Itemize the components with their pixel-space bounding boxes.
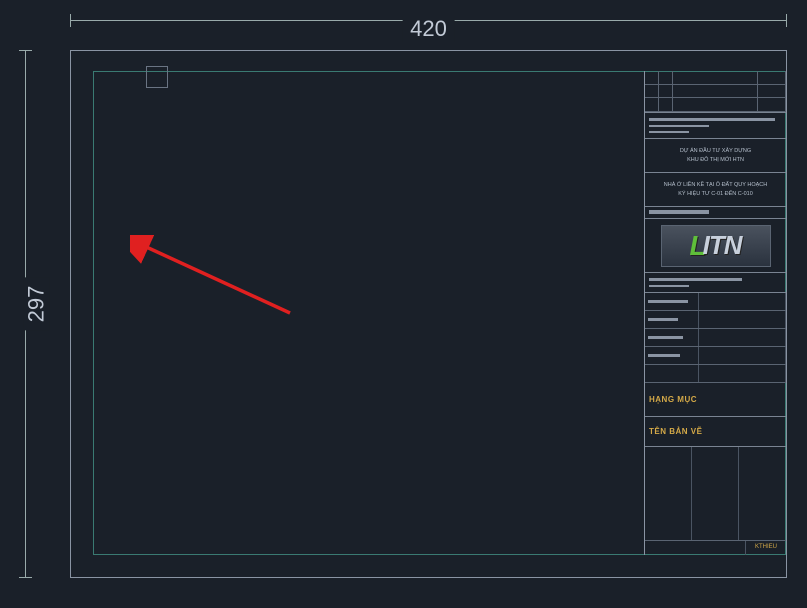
dimension-width-value: 420 xyxy=(402,16,455,42)
footer-code: KTHIEU xyxy=(755,544,777,551)
project-line2: KHU ĐÔ THỊ MỚI HTN xyxy=(649,157,782,164)
project-line1: DỰ ÁN ĐẦU TƯ XÂY DỰNG xyxy=(649,148,782,155)
logo-suffix: ITN xyxy=(703,230,742,261)
dimension-line-horizontal: 420 xyxy=(70,20,787,21)
signature-row-1 xyxy=(645,293,786,311)
title-block[interactable]: DỰ ÁN ĐẦU TƯ XÂY DỰNG KHU ĐÔ THỊ MỚI HTN… xyxy=(644,71,786,555)
footer-row: KTHIEU xyxy=(645,541,786,555)
revision-grid xyxy=(645,71,786,113)
spacer-bars-2 xyxy=(645,273,786,293)
tenbanve-label: TÊN BẢN VẼ xyxy=(649,427,782,436)
company-logo: L ITN xyxy=(661,225,771,267)
signature-row-4 xyxy=(645,347,786,365)
dimension-height-value: 297 xyxy=(23,278,49,331)
signature-row-5 xyxy=(645,365,786,383)
logo-box: L ITN xyxy=(645,219,786,273)
annotation-arrow xyxy=(130,235,300,325)
hangmuc-box: HẠNG MỤC xyxy=(645,383,786,417)
sub-line1: NHÀ Ở LIỀN KỀ TẠI Ô ĐẤT QUY HOẠCH xyxy=(649,182,782,189)
footer-grid xyxy=(645,447,786,541)
project-name-box: DỰ ÁN ĐẦU TƯ XÂY DỰNG KHU ĐÔ THỊ MỚI HTN xyxy=(645,139,786,173)
hangmuc-label: HẠNG MỤC xyxy=(649,395,782,404)
signature-row-3 xyxy=(645,329,786,347)
signature-row-2 xyxy=(645,311,786,329)
cad-canvas[interactable]: 420 297 DỰ ÁN ĐẦU TƯ XÂY DỰNG KHU ĐÔ THỊ… xyxy=(0,0,807,608)
sub-project-box: NHÀ Ở LIỀN KỀ TẠI Ô ĐẤT QUY HOẠCH KÝ HIỆ… xyxy=(645,173,786,207)
spacer-bar-1 xyxy=(645,207,786,219)
sub-line2: KÝ HIỆU TƯ C-01 ĐẾN C-010 xyxy=(649,191,782,198)
header-bars xyxy=(645,113,786,139)
origin-marker[interactable] xyxy=(146,66,168,88)
tenbanve-box: TÊN BẢN VẼ xyxy=(645,417,786,447)
